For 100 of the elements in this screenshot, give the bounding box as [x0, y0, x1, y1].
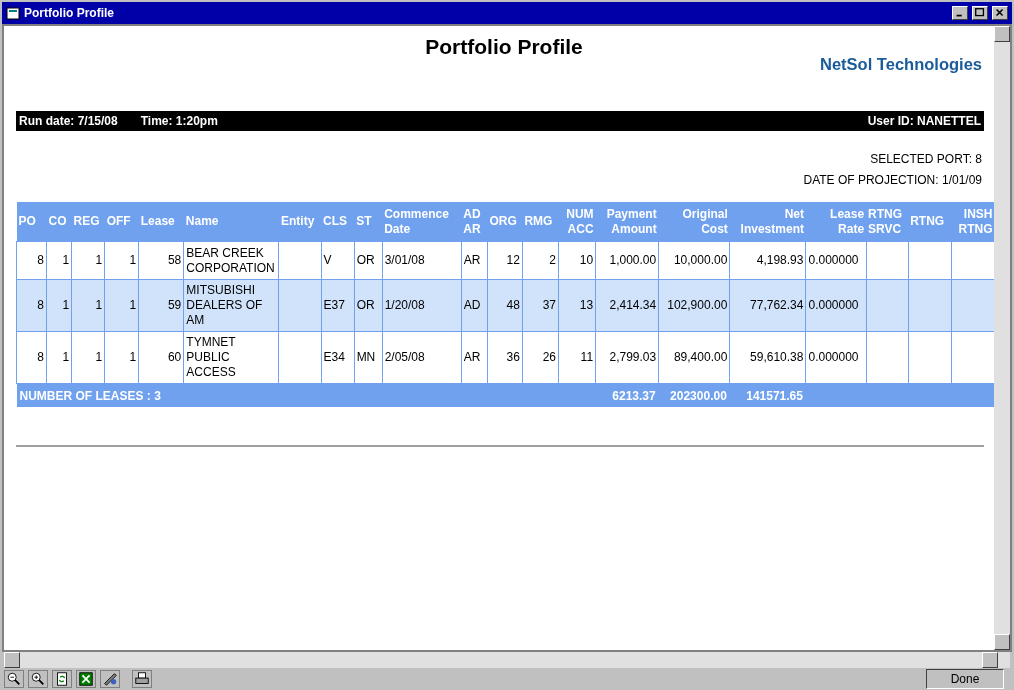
- column-header: ST: [354, 201, 383, 242]
- table-cell: 2: [522, 241, 559, 280]
- total-cell: 6213.37: [595, 383, 659, 407]
- table-cell: 60: [138, 331, 184, 384]
- table-cell: 0.000000: [805, 331, 867, 384]
- printer-icon[interactable]: [132, 670, 152, 688]
- zoom-in-icon[interactable]: [28, 670, 48, 688]
- status-text: Done: [926, 669, 1004, 689]
- column-header: PO: [16, 201, 47, 242]
- table-cell: [279, 241, 322, 280]
- table-cell: 1: [46, 241, 72, 280]
- column-header: NUM ACC: [558, 201, 596, 242]
- table-cell: MITSUBISHI DEALERS OF AM: [183, 279, 279, 332]
- table-cell: AR: [461, 241, 488, 280]
- table-cell: 4,198.93: [729, 241, 806, 280]
- total-cell: 202300.00: [658, 383, 730, 407]
- column-header: Entity: [279, 201, 322, 242]
- spreadsheet-icon[interactable]: [76, 670, 96, 688]
- column-header: CLS: [321, 201, 355, 242]
- table-cell: 1: [71, 241, 105, 280]
- table-cell: E34: [321, 331, 355, 384]
- table-cell: 26: [522, 331, 559, 384]
- column-header: RTNG: [908, 201, 952, 242]
- maximize-icon[interactable]: [972, 6, 988, 20]
- column-header: RTNG SRVC: [866, 201, 909, 242]
- horizontal-scrollbar[interactable]: [4, 652, 1010, 668]
- table-cell: 1/20/08: [382, 279, 462, 332]
- table-cell: 59,610.38: [729, 331, 806, 384]
- column-header: REG: [71, 201, 105, 242]
- table-cell: 77,762.34: [729, 279, 806, 332]
- table-cell: MN: [354, 331, 383, 384]
- column-header: Lease Rate: [805, 201, 867, 242]
- company-logo-text: NetSol Technologies: [820, 54, 982, 75]
- user-id: User ID: NANETTEL: [867, 112, 981, 130]
- table-cell: 0.000000: [805, 241, 867, 280]
- column-header: Original Cost: [658, 201, 730, 242]
- table-cell: 10,000.00: [658, 241, 730, 280]
- table-cell: 1: [46, 331, 72, 384]
- table-cell: [908, 279, 952, 332]
- tools-icon[interactable]: [100, 670, 120, 688]
- table-cell: 58: [138, 241, 184, 280]
- table-cell: 48: [487, 279, 523, 332]
- minimize-icon[interactable]: [952, 6, 968, 20]
- table-cell: 3/01/08: [382, 241, 462, 280]
- table-cell: E37: [321, 279, 355, 332]
- table-cell: 0.000000: [805, 279, 867, 332]
- column-header: Name: [183, 201, 279, 242]
- table-cell: 1: [104, 331, 139, 384]
- table-cell: BEAR CREEK CORPORATION: [183, 241, 279, 280]
- column-header: AD AR: [461, 201, 488, 242]
- window-title: Portfolio Profile: [24, 5, 115, 22]
- close-icon[interactable]: [992, 6, 1008, 20]
- vertical-scrollbar[interactable]: [994, 26, 1010, 650]
- table-cell: OR: [354, 279, 383, 332]
- column-header: Net Investment: [729, 201, 806, 242]
- table-cell: 2,799.03: [595, 331, 659, 384]
- table-cell: 1: [71, 279, 105, 332]
- table-cell: 8: [16, 241, 47, 280]
- table-cell: 12: [487, 241, 523, 280]
- table-cell: 102,900.00: [658, 279, 730, 332]
- table-cell: 8: [16, 331, 47, 384]
- total-cell: 141571.65: [729, 383, 806, 407]
- column-header: INSH RTNG: [951, 201, 995, 242]
- table-cell: OR: [354, 241, 383, 280]
- table-cell: 1,000.00: [595, 241, 659, 280]
- column-header: OFF: [104, 201, 139, 242]
- table-cell: AD: [461, 279, 488, 332]
- table-cell: 59: [138, 279, 184, 332]
- column-header: Lease: [138, 201, 184, 242]
- table-cell: AR: [461, 331, 488, 384]
- window-icon: [6, 6, 20, 20]
- report-title: Portfolio Profile: [425, 34, 583, 60]
- lease-count: NUMBER OF LEASES : 3: [16, 383, 596, 407]
- column-header: Payment Amount: [595, 201, 659, 242]
- table-cell: [908, 241, 952, 280]
- table-cell: [279, 279, 322, 332]
- table-cell: [866, 279, 909, 332]
- table-cell: 89,400.00: [658, 331, 730, 384]
- table-cell: 37: [522, 279, 559, 332]
- projection-date: DATE OF PROJECTION: 1/01/09: [803, 171, 982, 189]
- zoom-out-icon[interactable]: [4, 670, 24, 688]
- table-cell: 1: [104, 279, 139, 332]
- table-cell: 1: [71, 331, 105, 384]
- table-cell: [866, 241, 909, 280]
- table-cell: 11: [558, 331, 596, 384]
- table-cell: TYMNET PUBLIC ACCESS: [183, 331, 279, 384]
- column-header: ORG: [487, 201, 523, 242]
- run-date: Run date: 7/15/08: [19, 112, 118, 130]
- column-header: Commence Date: [382, 201, 462, 242]
- run-time: Time: 1:20pm: [140, 112, 218, 130]
- table-cell: 1: [46, 279, 72, 332]
- column-header: CO: [46, 201, 72, 242]
- table-cell: 2,414.34: [595, 279, 659, 332]
- selected-port: SELECTED PORT: 8: [870, 150, 982, 168]
- table-cell: 8: [16, 279, 47, 332]
- table-cell: V: [321, 241, 355, 280]
- table-cell: 10: [558, 241, 596, 280]
- table-cell: 13: [558, 279, 596, 332]
- table-cell: 36: [487, 331, 523, 384]
- refresh-icon[interactable]: [52, 670, 72, 688]
